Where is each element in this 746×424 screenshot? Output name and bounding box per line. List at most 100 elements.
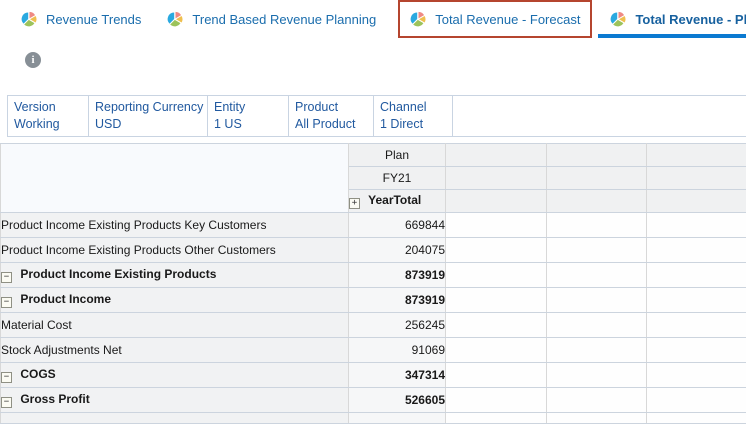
info-icon[interactable]: i: [25, 52, 41, 68]
data-cell[interactable]: 873919: [349, 263, 446, 288]
grid-row: Product Income Existing Products Key Cus…: [1, 213, 746, 238]
column-header-scenario: Plan: [349, 144, 446, 167]
data-cell[interactable]: 347314: [349, 363, 446, 388]
pov-member-link[interactable]: All Product: [295, 116, 365, 133]
dashboard-tab-bar: Revenue Trends Trend Based Revenue Plann…: [0, 0, 746, 38]
row-label: Stock Adjustments Net: [1, 343, 122, 357]
data-cell-empty[interactable]: [446, 313, 547, 338]
grid-row: − Product Income Existing Products 87391…: [1, 263, 746, 288]
data-cell-empty[interactable]: [547, 238, 647, 263]
data-cell-empty[interactable]: [446, 288, 547, 313]
pov-member-link[interactable]: Working: [14, 116, 80, 133]
data-cell[interactable]: 669844: [349, 213, 446, 238]
expand-icon[interactable]: +: [349, 198, 360, 209]
data-cell-empty[interactable]: [547, 388, 647, 413]
pov-member-link[interactable]: 1 Direct: [380, 116, 444, 133]
data-cell-empty[interactable]: [647, 238, 746, 263]
row-label: COGS: [20, 367, 55, 381]
row-label: Product Income Existing Products: [20, 267, 216, 281]
column-header-empty: [547, 167, 647, 190]
pov-member-link[interactable]: 1 US: [214, 116, 280, 133]
tab-revenue-trends[interactable]: Revenue Trends: [9, 0, 153, 38]
data-cell-empty[interactable]: [547, 313, 647, 338]
pov-entity: Entity 1 US: [208, 96, 289, 136]
column-header-label: YearTotal: [368, 193, 421, 207]
pov-dimension-label: Version: [14, 99, 80, 116]
data-cell[interactable]: 526605: [349, 388, 446, 413]
pov-member-link[interactable]: USD: [95, 116, 199, 133]
tab-total-revenue-plan[interactable]: Total Revenue - Plan: [598, 0, 746, 38]
row-header-product-income: − Product Income: [1, 288, 349, 313]
data-cell-empty[interactable]: [547, 338, 647, 363]
grid-row: − COGS 347314: [1, 363, 746, 388]
row-label: Product Income: [20, 292, 111, 306]
grid-row: − Gross Profit 526605: [1, 388, 746, 413]
data-cell-empty[interactable]: [547, 413, 647, 424]
row-header-gross-profit: − Gross Profit: [1, 388, 349, 413]
collapse-icon[interactable]: −: [1, 372, 12, 383]
data-cell-empty[interactable]: [446, 413, 547, 424]
data-cell-empty[interactable]: [547, 288, 647, 313]
row-label: Material Cost: [1, 318, 72, 332]
data-cell-empty[interactable]: [547, 363, 647, 388]
data-cell-empty[interactable]: [647, 263, 746, 288]
grid-row: − Product Income 873919: [1, 288, 746, 313]
column-header-empty: [446, 167, 547, 190]
pov-version: Version Working: [8, 96, 89, 136]
data-cell[interactable]: 91069: [349, 338, 446, 363]
column-header-empty: [647, 144, 746, 167]
pie-chart-icon: [21, 11, 37, 27]
row-label: Product Income Existing Products Other C…: [1, 243, 276, 257]
tab-label: Revenue Trends: [46, 12, 141, 27]
pov-bar: Version Working Reporting Currency USD E…: [7, 95, 746, 137]
data-cell-empty[interactable]: [446, 213, 547, 238]
tab-trend-based-revenue-planning[interactable]: Trend Based Revenue Planning: [155, 0, 388, 38]
data-cell[interactable]: [349, 413, 446, 424]
collapse-icon[interactable]: −: [1, 397, 12, 408]
data-cell-empty[interactable]: [647, 388, 746, 413]
pie-chart-icon: [410, 11, 426, 27]
pov-dimension-label: Channel: [380, 99, 444, 116]
data-cell-empty[interactable]: [446, 363, 547, 388]
tab-label: Total Revenue - Plan: [635, 12, 746, 27]
grid-row-partial: [1, 413, 746, 424]
column-header-empty: [446, 144, 547, 167]
pov-dimension-label: Reporting Currency: [95, 99, 199, 116]
collapse-icon[interactable]: −: [1, 297, 12, 308]
data-cell-empty[interactable]: [547, 213, 647, 238]
data-cell-empty[interactable]: [446, 338, 547, 363]
row-header-stock-adjustments-net: Stock Adjustments Net: [1, 338, 349, 363]
data-cell-empty[interactable]: [647, 313, 746, 338]
column-header-empty: [547, 144, 647, 167]
data-cell-empty[interactable]: [647, 413, 746, 424]
data-cell-empty[interactable]: [547, 263, 647, 288]
grid-row: Material Cost 256245: [1, 313, 746, 338]
planning-form-grid: Plan FY21 + YearTotal Product Income Exi…: [0, 143, 746, 424]
data-cell[interactable]: 873919: [349, 288, 446, 313]
grid-corner-cell: [1, 144, 349, 213]
column-header-yeartotal: + YearTotal: [349, 190, 446, 213]
row-label: Gross Profit: [20, 392, 89, 406]
column-header-empty: [446, 190, 547, 213]
row-header-pi-existing-key-customers: Product Income Existing Products Key Cus…: [1, 213, 349, 238]
column-header-empty: [647, 167, 746, 190]
data-cell-empty[interactable]: [647, 213, 746, 238]
data-cell-empty[interactable]: [446, 263, 547, 288]
row-header-product-income-existing-products: − Product Income Existing Products: [1, 263, 349, 288]
grid-row: Stock Adjustments Net 91069: [1, 338, 746, 363]
data-cell[interactable]: 204075: [349, 238, 446, 263]
data-cell-empty[interactable]: [647, 288, 746, 313]
data-cell[interactable]: 256245: [349, 313, 446, 338]
data-cell-empty[interactable]: [446, 388, 547, 413]
column-header-empty: [547, 190, 647, 213]
info-row: i: [25, 52, 41, 68]
data-cell-empty[interactable]: [647, 338, 746, 363]
data-cell-empty[interactable]: [446, 238, 547, 263]
collapse-icon[interactable]: −: [1, 272, 12, 283]
grid-row: Product Income Existing Products Other C…: [1, 238, 746, 263]
data-cell-empty[interactable]: [647, 363, 746, 388]
row-header-pi-existing-other-customers: Product Income Existing Products Other C…: [1, 238, 349, 263]
pie-chart-icon: [610, 11, 626, 27]
tab-total-revenue-forecast[interactable]: Total Revenue - Forecast: [398, 0, 592, 38]
pov-dimension-label: Entity: [214, 99, 280, 116]
